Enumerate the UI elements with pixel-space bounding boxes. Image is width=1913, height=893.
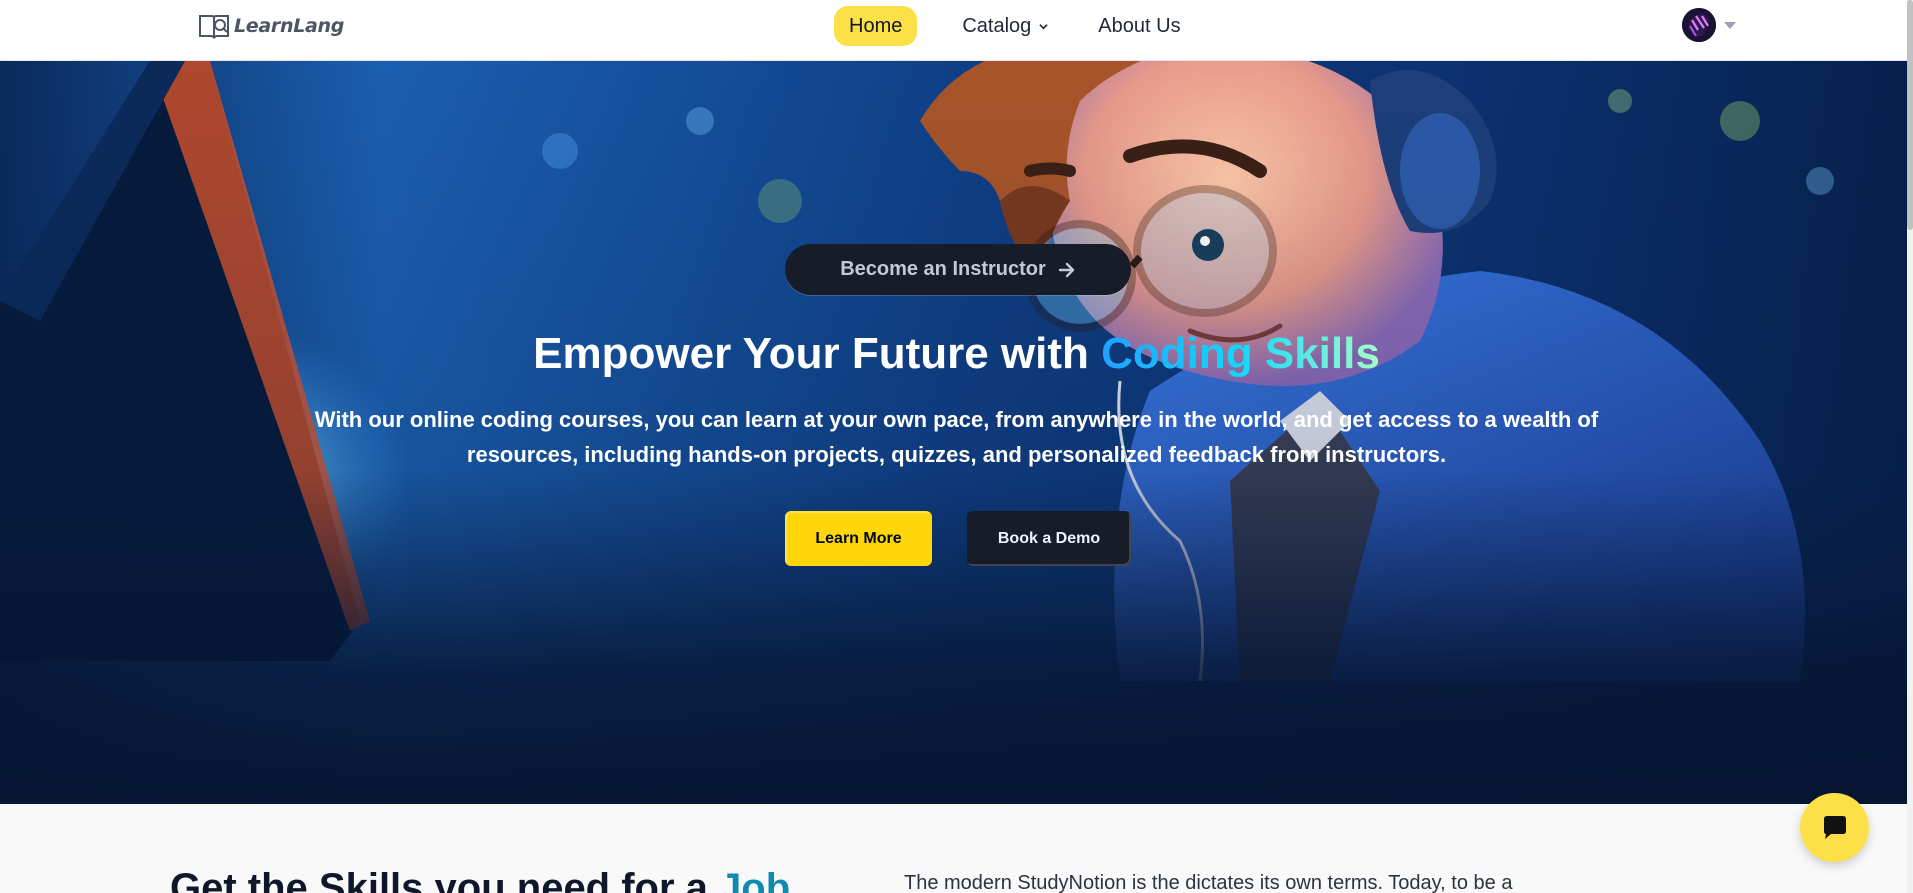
main-nav: Home Catalog About Us [834, 6, 1181, 46]
nav-catalog[interactable]: Catalog [962, 6, 1048, 46]
hero-subtitle: With our online coding courses, you can … [314, 407, 1599, 467]
scrollbar-thumb[interactable] [1907, 0, 1913, 230]
skills-heading-highlight: Job [719, 866, 791, 893]
top-navbar: LearnLang Home Catalog About Us [0, 0, 1913, 61]
brand-name: LearnLang [234, 15, 345, 37]
hero-title: Empower Your Future with Coding Skills [0, 329, 1913, 379]
nav-catalog-label: Catalog [962, 14, 1032, 37]
skills-heading-start: Get the Skills you need for a [170, 866, 720, 893]
profile-menu[interactable] [1682, 8, 1736, 42]
become-instructor-label: Become an Instructor [840, 258, 1046, 280]
skills-description: The modern StudyNotion is the dictates i… [904, 872, 1513, 893]
nav-home[interactable]: Home [834, 6, 918, 46]
become-instructor-button[interactable]: Become an Instructor [785, 244, 1131, 295]
hero-title-highlight: Coding Skills [1101, 329, 1380, 378]
chat-bubble-icon [1823, 815, 1846, 839]
hero-title-start: Empower Your Future with [533, 329, 1102, 378]
skills-section: Get the Skills you need for a Job The mo… [0, 804, 1913, 893]
arrow-right-icon [1058, 262, 1074, 277]
brand-logo[interactable]: LearnLang [198, 10, 344, 42]
caret-down-icon [1724, 21, 1736, 29]
page-scrollbar[interactable] [1907, 0, 1913, 893]
hero-section: Become an Instructor Empower Your Future… [0, 61, 1913, 804]
chat-button[interactable] [1800, 793, 1869, 862]
chevron-down-icon [1039, 23, 1048, 29]
avatar [1682, 8, 1716, 42]
learn-more-button[interactable]: Learn More [785, 511, 932, 566]
skills-heading: Get the Skills you need for a Job [170, 866, 790, 893]
nav-about-us[interactable]: About Us [1098, 6, 1180, 46]
book-demo-button[interactable]: Book a Demo [967, 511, 1131, 566]
hero-content: Become an Instructor Empower Your Future… [0, 61, 1913, 804]
book-icon [198, 12, 230, 40]
